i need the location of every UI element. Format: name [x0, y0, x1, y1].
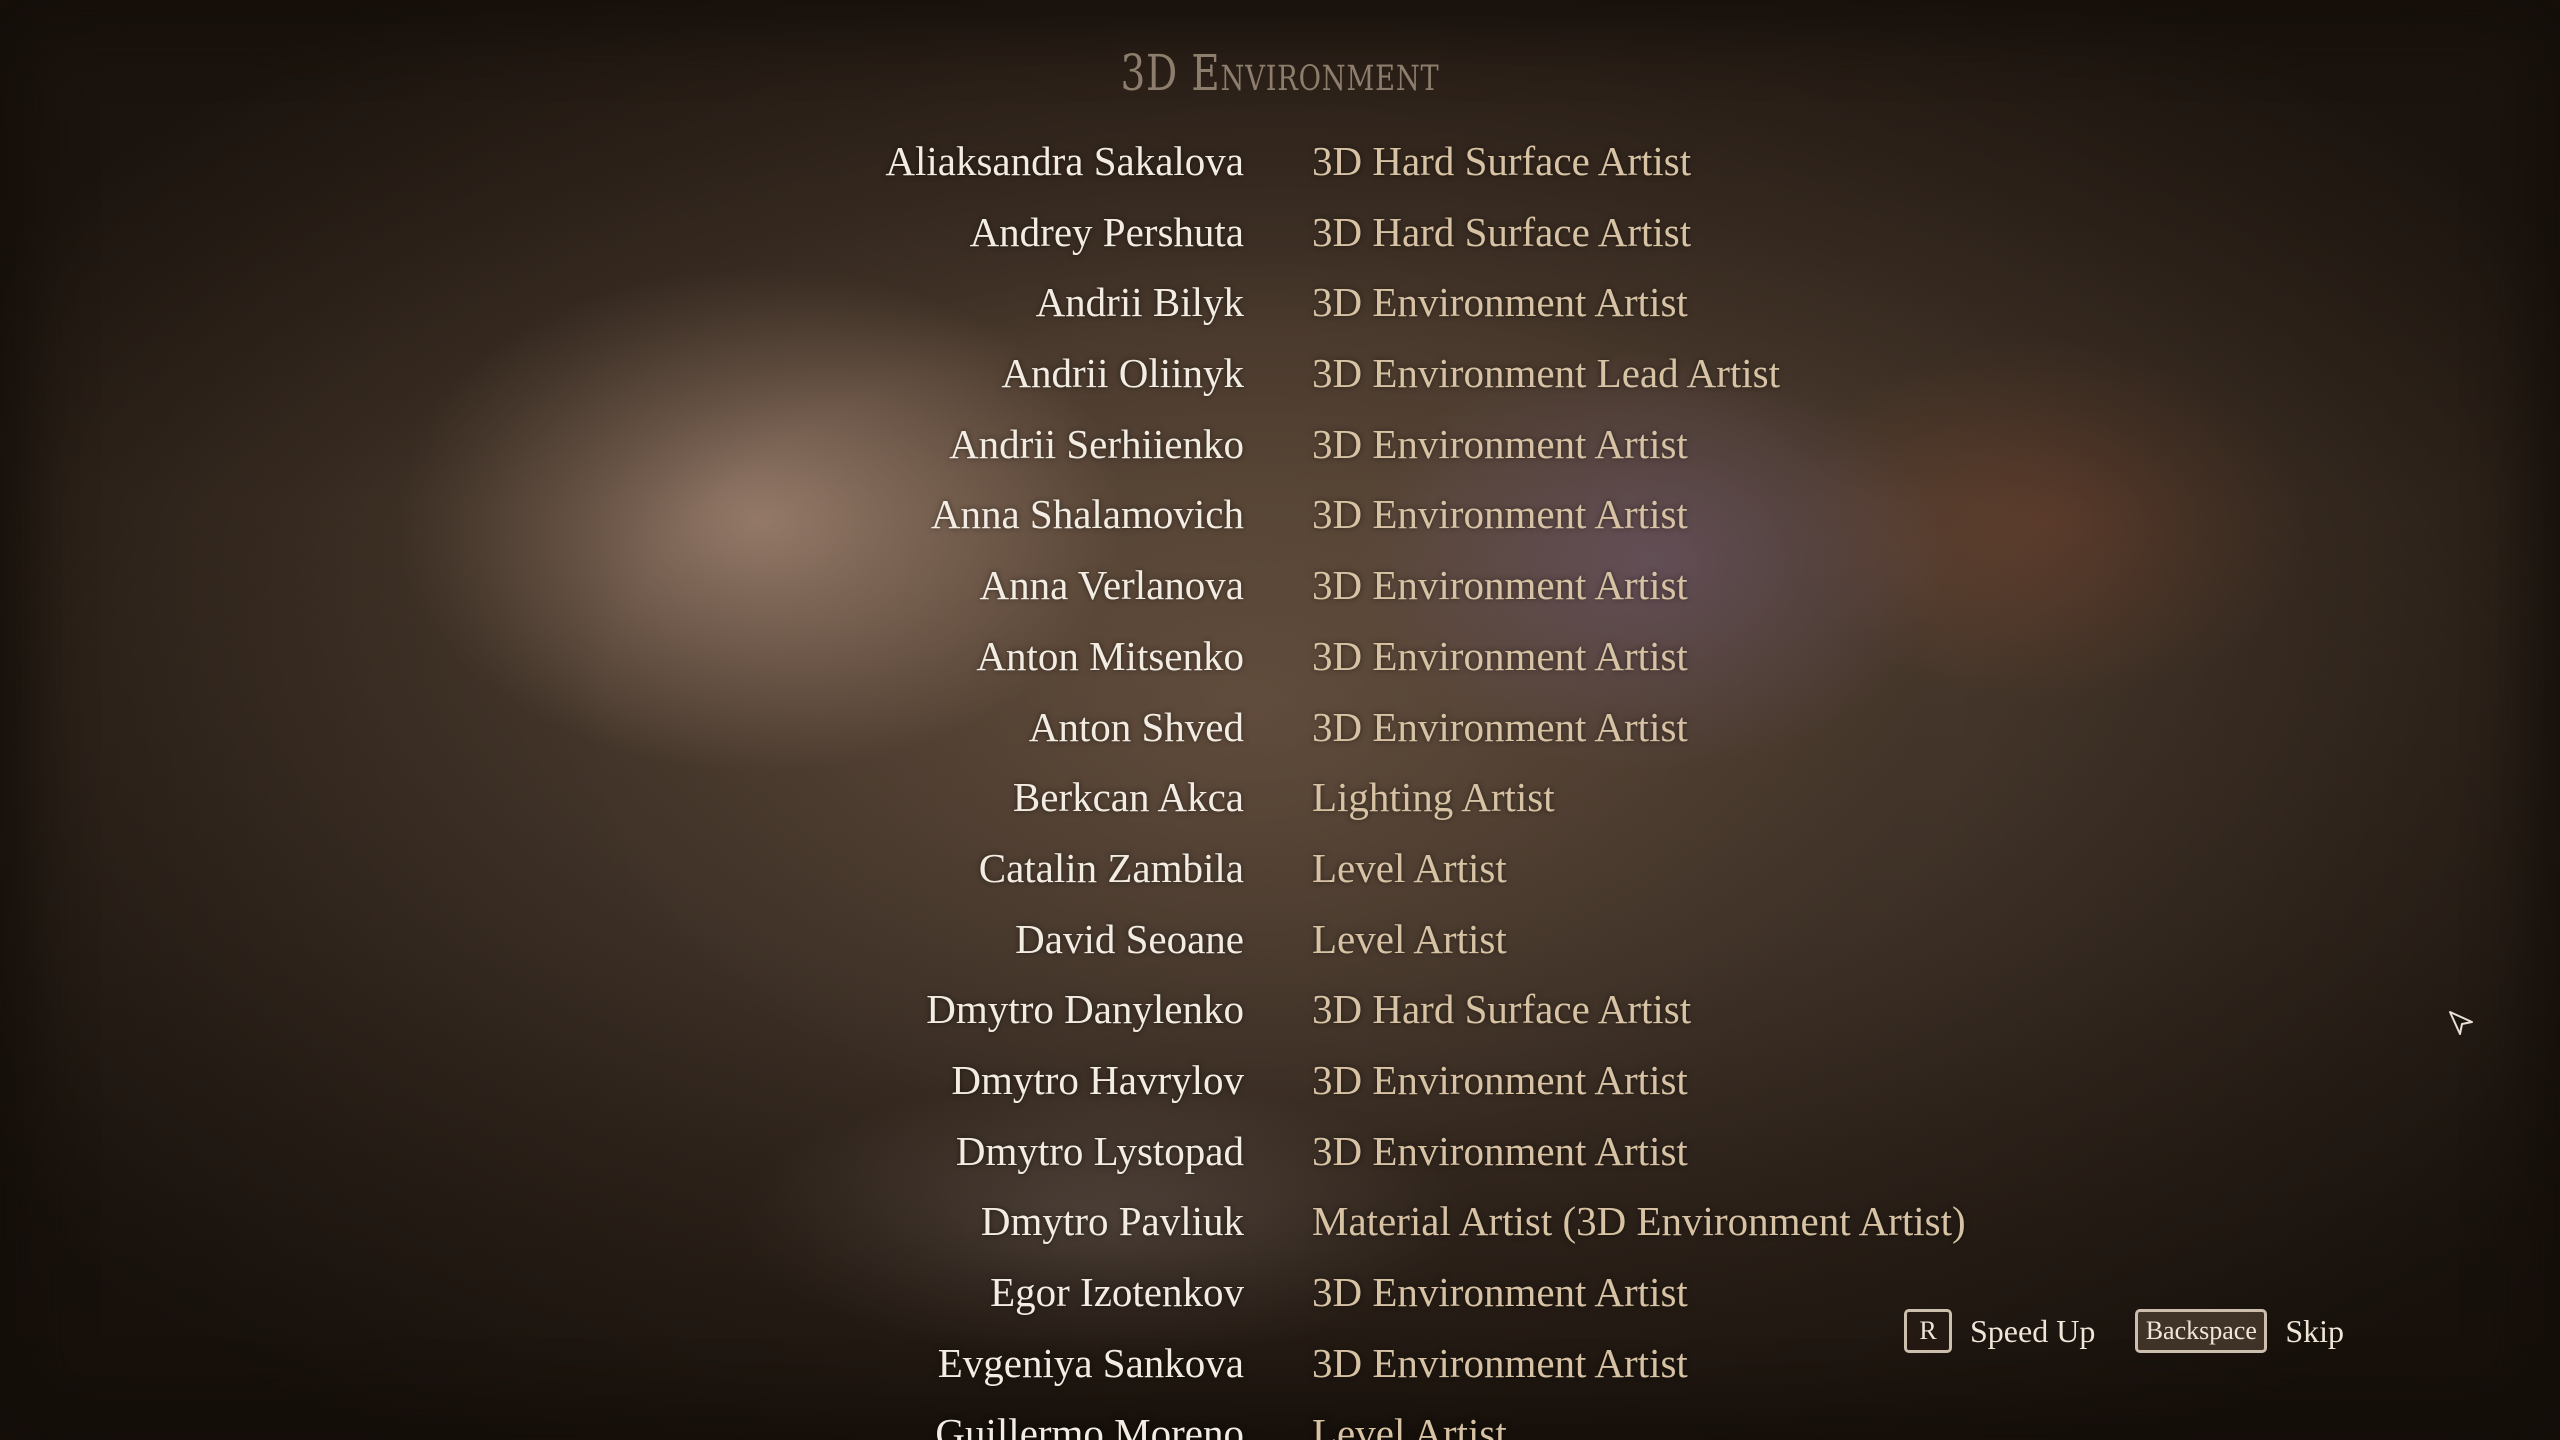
credit-role: 3D Environment Artist: [1312, 1339, 1688, 1386]
credit-name: Dmytro Havrylov: [951, 1056, 1244, 1103]
credit-row: Anna Shalamovich 3D Environment Artist: [0, 479, 2560, 550]
credit-role: 3D Environment Artist: [1312, 1269, 1688, 1315]
credit-row: Berkcan Akca Lighting Artist: [0, 762, 2560, 833]
speed-up-key[interactable]: R: [1904, 1309, 1952, 1353]
credit-name: Anton Mitsenko: [976, 632, 1244, 679]
credit-row: Dmytro Havrylov 3D Environment Artist: [0, 1045, 2560, 1116]
credit-name: Egor Izotenkov: [990, 1269, 1244, 1315]
credits-list: Aliaksandra Sakalova 3D Hard Surface Arti…: [0, 126, 2560, 1440]
credit-name: Dmytro Danylenko: [926, 986, 1244, 1033]
credit-row: Dmytro Lystopad 3D Environment Artist: [0, 1116, 2560, 1187]
credit-name: Anna Verlanova: [979, 562, 1244, 609]
credit-role: 3D Environment Artist: [1312, 1127, 1688, 1174]
credit-name: Dmytro Lystopad: [955, 1127, 1244, 1174]
credit-row: Dmytro Pavliuk Material Artist (3D Enviro…: [0, 1186, 2560, 1257]
credit-row: Anna Verlanova 3D Environment Artist: [0, 550, 2560, 621]
skip-key[interactable]: Backspace: [2135, 1309, 2268, 1353]
credit-role: Level Artist: [1312, 1410, 1507, 1440]
credit-role: 3D Environment Artist: [1312, 703, 1688, 750]
credit-role: 3D Environment Artist: [1312, 562, 1688, 609]
credit-role: 3D Environment Lead Artist: [1312, 350, 1780, 397]
credit-role: 3D Hard Surface Artist: [1312, 138, 1692, 184]
skip-label[interactable]: Skip: [2285, 1313, 2344, 1350]
credit-row: Andrey Pershuta 3D Hard Surface Artist: [0, 197, 2560, 268]
credit-role: 3D Environment Artist: [1312, 420, 1688, 467]
credit-role: Level Artist: [1312, 844, 1507, 891]
credit-name: David Seoane: [1015, 915, 1244, 962]
credits-screen: 3D Environment Aliaksandra Sakalova 3D Ha…: [0, 0, 2560, 1440]
credit-name: Catalin Zambila: [978, 844, 1244, 891]
credit-role: 3D Environment Artist: [1312, 491, 1688, 538]
credit-name: Andrey Pershuta: [969, 208, 1244, 255]
credit-name: Andrii Oliinyk: [1001, 350, 1244, 397]
credit-name: Andrii Bilyk: [1035, 279, 1244, 326]
credit-name: Andrii Serhiienko: [949, 420, 1244, 467]
speed-up-label[interactable]: Speed Up: [1970, 1313, 2095, 1350]
credit-name: Dmytro Pavliuk: [980, 1198, 1244, 1245]
credit-row: Andrii Serhiienko 3D Environment Artist: [0, 409, 2560, 480]
credit-row: Anton Mitsenko 3D Environment Artist: [0, 621, 2560, 692]
credit-name: Aliaksandra Sakalova: [885, 138, 1244, 184]
section-title: 3D Environment: [1120, 44, 1440, 102]
credit-role: 3D Environment Artist: [1312, 1056, 1688, 1103]
credit-role: Level Artist: [1312, 915, 1507, 962]
credit-name: Anton Shved: [1028, 703, 1244, 750]
credit-row: Aliaksandra Sakalova 3D Hard Surface Arti…: [0, 126, 2560, 197]
credits-controls: R Speed Up Backspace Skip: [1904, 1306, 2344, 1356]
credit-name: Guillermo Moreno: [935, 1410, 1244, 1440]
credit-role: 3D Environment Artist: [1312, 279, 1688, 326]
credit-row: Dmytro Danylenko 3D Hard Surface Artist: [0, 974, 2560, 1045]
credit-row: David Seoane Level Artist: [0, 904, 2560, 975]
credit-role: 3D Hard Surface Artist: [1312, 208, 1692, 255]
credit-row: Anton Shved 3D Environment Artist: [0, 692, 2560, 763]
credit-name: Evgeniya Sankova: [937, 1339, 1244, 1386]
credit-row: Catalin Zambila Level Artist: [0, 833, 2560, 904]
credit-role: Lighting Artist: [1312, 774, 1555, 821]
credit-row: Andrii Oliinyk 3D Environment Lead Artist: [0, 338, 2560, 409]
mouse-pointer-icon: [2449, 1011, 2473, 1035]
credit-name: Anna Shalamovich: [930, 491, 1244, 538]
credit-row: Guillermo Moreno Level Artist: [0, 1398, 2560, 1440]
credit-row: Andrii Bilyk 3D Environment Artist: [0, 267, 2560, 338]
credit-role: Material Artist (3D Environment Artist): [1312, 1198, 1966, 1245]
credit-role: 3D Environment Artist: [1312, 632, 1688, 679]
credit-role: 3D Hard Surface Artist: [1312, 986, 1692, 1033]
credit-name: Berkcan Akca: [1012, 774, 1244, 821]
